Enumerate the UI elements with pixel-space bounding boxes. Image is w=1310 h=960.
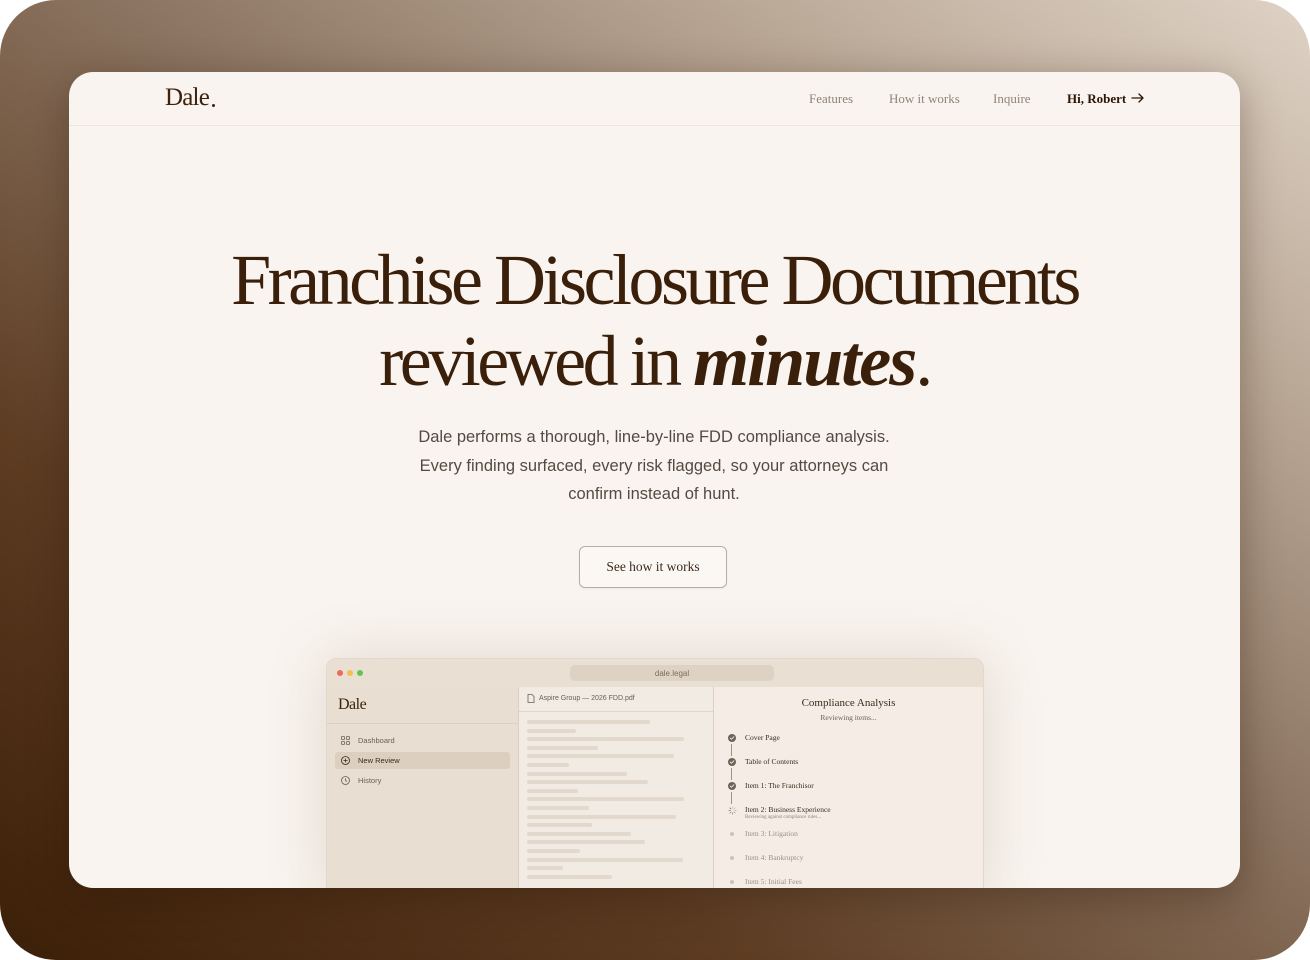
sidebar-item-label: New Review (358, 756, 400, 765)
sidebar-item-label: Dashboard (358, 736, 395, 745)
preview-titlebar: dale.legal (327, 659, 983, 688)
preview-logo: Dale (338, 696, 367, 713)
pending-dot-icon (730, 856, 734, 860)
document-text-line (527, 797, 684, 802)
compliance-panel: Compliance Analysis Reviewing items... C… (714, 687, 983, 888)
nav-link-inquire[interactable]: Inquire (993, 91, 1031, 107)
see-how-it-works-button[interactable]: See how it works (579, 546, 727, 588)
step-connector (731, 768, 732, 780)
document-text-line (527, 840, 645, 845)
hero-title-line2: reviewed in minutes. (69, 321, 1240, 401)
minimize-dot (347, 670, 353, 676)
step-label: Item 4: Bankruptcy (745, 853, 804, 862)
pending-dot-icon (730, 832, 734, 836)
document-text-line (527, 771, 627, 776)
sidebar-item-history: History (335, 772, 510, 789)
document-text-line (527, 849, 580, 853)
document-text-line (527, 763, 569, 767)
document-text-line (527, 788, 578, 793)
preview-sidebar: Dale Dashboard New Review History (327, 687, 519, 888)
hero-title-emphasis: minutes (693, 321, 917, 401)
step-label: Item 1: The Franchisor (745, 781, 814, 790)
grid-icon (341, 736, 350, 745)
app-preview-window: dale.legal Dale Dashboard New Review His… (326, 658, 984, 888)
hero-title-line1: Franchise Disclosure Documents (231, 240, 1081, 320)
preview-document-pane: Aspire Group — 2026 FDD.pdf (519, 687, 714, 888)
hero-title-suffix: . (915, 321, 933, 401)
step-label: Item 2: Business Experience (745, 805, 831, 814)
document-header: Aspire Group — 2026 FDD.pdf (519, 687, 713, 712)
sidebar-item-new-review: New Review (335, 752, 510, 769)
sidebar-item-label: History (358, 776, 382, 785)
document-text-line (527, 754, 674, 759)
document-text-line (527, 831, 631, 836)
check-circle-icon (728, 758, 736, 766)
pending-dot-icon (730, 880, 734, 884)
panel-title: Compliance Analysis (801, 697, 896, 709)
document-text-line (527, 720, 650, 724)
nav-link-how-it-works[interactable]: How it works (889, 91, 960, 107)
sidebar-divider (327, 723, 518, 724)
maximize-dot (357, 670, 363, 676)
spinner-icon (728, 806, 737, 815)
document-text-line (527, 745, 598, 750)
user-greeting-link[interactable]: Hi, Robert (1067, 91, 1126, 107)
step-detail: Reviewing against compliance rules... (745, 815, 822, 820)
check-circle-icon (728, 782, 736, 790)
document-text-line (527, 780, 648, 785)
hero-title-prefix: reviewed in (379, 321, 694, 401)
step-label: Cover Page (745, 733, 780, 742)
sidebar-item-dashboard: Dashboard (335, 732, 510, 749)
document-icon (527, 694, 535, 703)
step-label: Item 3: Litigation (745, 829, 798, 838)
document-text-line (527, 737, 684, 742)
close-dot (337, 670, 343, 676)
panel-subtitle: Reviewing items... (820, 713, 877, 722)
document-text-line (527, 728, 576, 733)
clock-icon (341, 776, 350, 785)
hero-subtitle: Dale performs a thorough, line-by-line F… (418, 428, 890, 503)
check-circle-icon (728, 734, 736, 742)
document-text-line (527, 857, 683, 862)
nav-link-features[interactable]: Features (809, 91, 853, 107)
logo-dot (212, 104, 215, 107)
step-connector (731, 792, 732, 804)
preview-url-bar: dale.legal (570, 665, 774, 681)
plus-circle-icon (341, 756, 350, 765)
document-name: Aspire Group — 2026 FDD.pdf (539, 695, 635, 702)
document-text-line (527, 814, 676, 819)
document-text-line (527, 874, 612, 879)
brand-logo[interactable]: Dale (165, 84, 210, 112)
step-label: Item 5: Initial Fees (745, 877, 802, 886)
step-connector (731, 744, 732, 756)
document-text-line (527, 806, 589, 810)
document-text-line (527, 823, 592, 828)
top-navbar: Dale Features How it works Inquire Hi, R… (69, 72, 1240, 126)
step-label: Table of Contents (745, 757, 799, 766)
document-text-line (527, 866, 563, 871)
arrow-right-icon[interactable] (1131, 92, 1145, 104)
browser-page: Dale Features How it works Inquire Hi, R… (69, 72, 1240, 888)
